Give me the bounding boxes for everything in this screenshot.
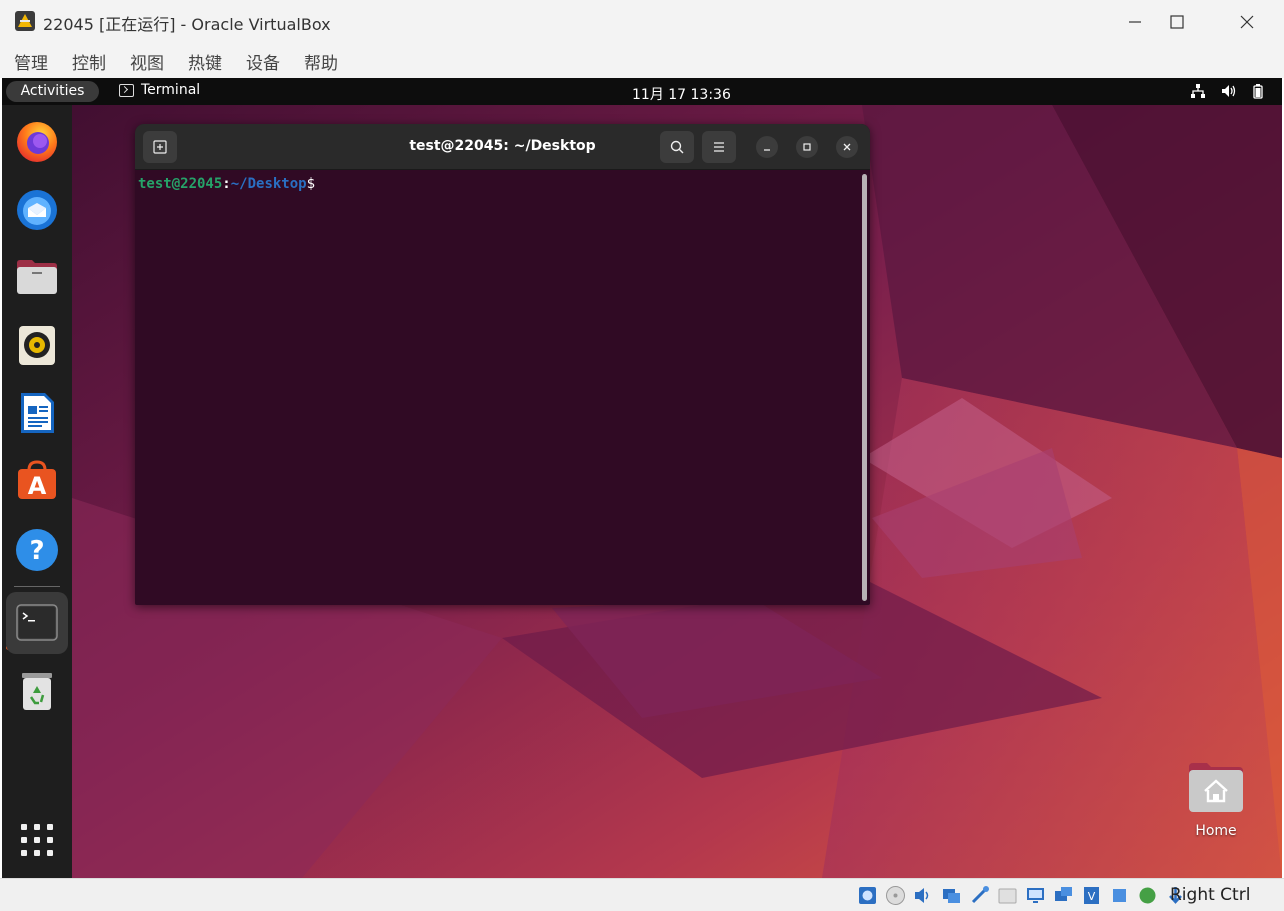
terminal-window[interactable]: test@22045: ~/Desktop test@22045:~/Deskt…: [135, 124, 870, 605]
topbar-app-menu[interactable]: Terminal: [119, 82, 200, 98]
terminal-content[interactable]: test@22045:~/Desktop$: [135, 170, 870, 605]
usb-icon[interactable]: [968, 884, 991, 907]
hard-disk-icon[interactable]: [856, 884, 879, 907]
dock-thunderbird[interactable]: [6, 178, 68, 240]
shared-folders-icon[interactable]: [996, 884, 1019, 907]
menu-view[interactable]: 视图: [130, 47, 164, 76]
virtualization-icon[interactable]: V: [1080, 884, 1103, 907]
trash-icon: [22, 673, 52, 710]
libreoffice-writer-icon: [21, 393, 54, 433]
search-icon: [670, 140, 684, 154]
guest-screen: Activities Terminal 11月 17 13:36 A ? tes…: [2, 78, 1282, 878]
dock-writer[interactable]: [6, 382, 68, 444]
vbox-statusbar: V Right Ctrl: [0, 878, 1284, 911]
close-icon: [1240, 15, 1254, 29]
svg-text:?: ?: [29, 536, 44, 566]
terminal-icon: [16, 604, 58, 641]
dock-firefox[interactable]: [6, 110, 68, 172]
grid-icon[interactable]: [21, 824, 53, 856]
window-title: 22045 [正在运行] - Oracle VirtualBox: [43, 15, 331, 34]
terminal-icon: [119, 83, 134, 97]
hamburger-icon: [714, 142, 724, 152]
system-tray[interactable]: [1190, 83, 1266, 99]
maximize-icon: [803, 143, 811, 151]
terminal-headerbar[interactable]: test@22045: ~/Desktop: [135, 124, 870, 170]
svg-text:V: V: [1088, 890, 1096, 903]
dock-help[interactable]: ?: [6, 518, 68, 580]
network-adapter-icon[interactable]: [940, 884, 963, 907]
volume-icon: [1220, 83, 1236, 99]
clock[interactable]: 11月 17 13:36: [632, 84, 731, 104]
activities-button[interactable]: Activities: [6, 81, 99, 102]
dock: A ?: [2, 105, 72, 878]
thunderbird-icon: [17, 190, 57, 230]
vbox-menubar: 管理 控制 视图 热键 设备 帮助: [0, 44, 1284, 78]
prompt-symbol: $: [306, 176, 316, 192]
mouse-integration-icon[interactable]: [1136, 884, 1159, 907]
desktop-home-icon[interactable]: Home: [1184, 761, 1248, 839]
dock-files[interactable]: [6, 246, 68, 308]
close-button[interactable]: [1218, 0, 1276, 44]
svg-text:A: A: [28, 472, 47, 500]
close-icon: [843, 143, 851, 151]
search-button[interactable]: [660, 131, 694, 163]
maximize-icon: [1170, 15, 1184, 29]
recording-icon[interactable]: [1052, 884, 1075, 907]
terminal-minimize-button[interactable]: [756, 136, 778, 158]
topbar-app-name: Terminal: [141, 82, 201, 98]
prompt-colon: :: [222, 176, 231, 192]
home-label: Home: [1195, 823, 1237, 839]
minimize-icon: [764, 149, 770, 151]
virtualbox-app-icon: [15, 11, 35, 31]
vbox-titlebar: 22045 [正在运行] - Oracle VirtualBox: [0, 0, 1284, 44]
text-cursor: [315, 173, 316, 188]
menu-button[interactable]: [702, 131, 736, 163]
dock-trash[interactable]: [6, 659, 68, 721]
terminal-close-button[interactable]: [836, 136, 858, 158]
battery-icon: [1250, 83, 1266, 99]
prompt-user: test@22045: [138, 176, 223, 192]
cpu-icon[interactable]: [1108, 884, 1131, 907]
host-key-label: Right Ctrl: [1170, 885, 1251, 905]
audio-icon[interactable]: [912, 884, 935, 907]
optical-drive-icon[interactable]: [884, 884, 907, 907]
terminal-scrollbar[interactable]: [862, 174, 867, 601]
maximize-button[interactable]: [1148, 0, 1206, 44]
dock-terminal[interactable]: [6, 592, 68, 654]
menu-help[interactable]: 帮助: [304, 47, 338, 76]
status-indicators: V: [856, 884, 1187, 907]
help-icon: ?: [16, 529, 58, 571]
menu-devices[interactable]: 设备: [246, 47, 280, 76]
menu-control[interactable]: 控制: [72, 47, 106, 76]
prompt-path: ~/Desktop: [230, 176, 307, 192]
app-center-icon: A: [18, 460, 56, 500]
files-icon: [17, 260, 57, 294]
menu-hotkeys[interactable]: 热键: [188, 47, 222, 76]
dock-separator: [14, 586, 60, 587]
firefox-icon: [17, 122, 57, 162]
display-icon[interactable]: [1024, 884, 1047, 907]
menu-manage[interactable]: 管理: [14, 47, 48, 76]
terminal-maximize-button[interactable]: [796, 136, 818, 158]
dock-app-center[interactable]: A: [6, 450, 68, 512]
minimize-icon: [1129, 21, 1141, 23]
network-icon: [1190, 83, 1206, 99]
rhythmbox-icon: [19, 326, 55, 365]
home-folder-icon: [1189, 763, 1243, 812]
dock-rhythmbox[interactable]: [6, 314, 68, 376]
gnome-topbar: Activities Terminal 11月 17 13:36: [2, 78, 1282, 105]
